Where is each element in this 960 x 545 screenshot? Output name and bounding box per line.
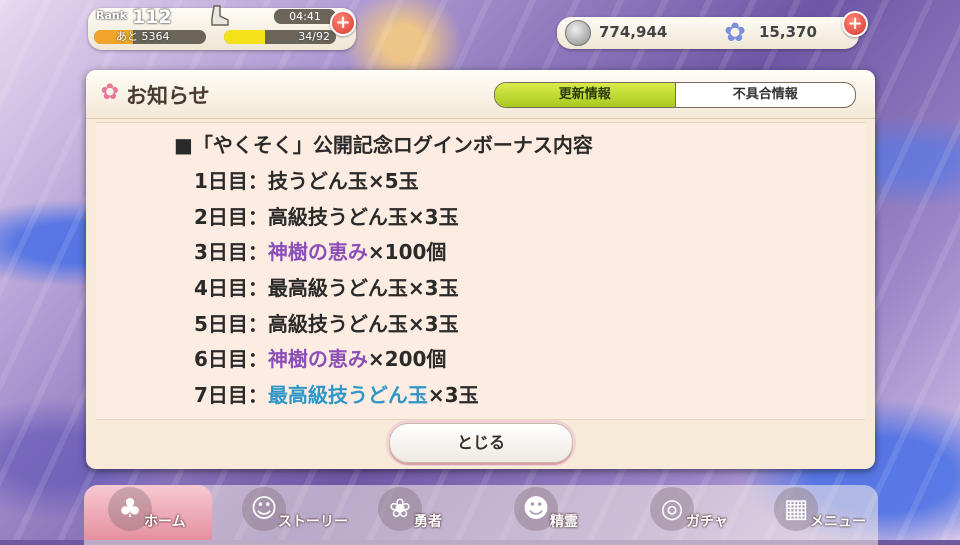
stamina-bar-fill: [224, 30, 266, 44]
reward-item-highlight: 最高級技うどん玉: [267, 383, 428, 407]
reward-text: 高級技うどん玉×3玉: [267, 205, 459, 229]
day-label: 4日目：: [194, 276, 268, 300]
bonus-line-3: 3日目：神樹の恵み×100個: [194, 236, 446, 265]
bonus-line-5: 5日目：高級技うどん玉×3玉: [194, 308, 459, 337]
reward-item-highlight: 神樹の恵み: [267, 347, 368, 371]
sakura-icon: ✿: [100, 80, 120, 105]
nav-story[interactable]: ☺ ストーリー: [218, 485, 348, 540]
flower-icon: ✿: [724, 18, 746, 48]
reward-text: ×200個: [367, 347, 447, 371]
nav-label: ガチャ: [686, 514, 728, 530]
nav-label: メニュー: [810, 514, 866, 530]
reward-text: 最高級うどん玉×3玉: [267, 276, 459, 300]
nav-menu[interactable]: ▦ メニュー: [750, 485, 878, 540]
exp-remaining: あと 5364: [116, 30, 170, 43]
reward-item-highlight: 神樹の恵み: [267, 240, 368, 264]
nav-label: ホーム: [144, 514, 186, 530]
exp-bar: あと 5364: [94, 30, 206, 44]
rank-label: Rank: [96, 9, 128, 22]
content-heading: ■「やくそく」公開記念ログインボーナス内容: [174, 133, 593, 157]
stamina-plus-button[interactable]: +: [330, 10, 356, 36]
nav-hero[interactable]: ❀ 勇者: [354, 485, 482, 540]
nav-spirit[interactable]: ☻ 精霊: [490, 485, 618, 540]
nav-label: ストーリー: [278, 514, 348, 530]
nav-home[interactable]: ♣ ホーム: [84, 485, 212, 540]
nav-label: 精霊: [550, 514, 578, 530]
close-button[interactable]: とじる: [389, 423, 573, 463]
day-label: 3日目：: [194, 240, 268, 264]
day-label: 2日目：: [194, 205, 268, 229]
day-label: 6日目：: [194, 347, 268, 371]
reward-text: 高級技うどん玉×3玉: [267, 312, 459, 336]
currency-plus-button[interactable]: +: [842, 11, 868, 37]
bottom-nav: ♣ ホーム ☺ ストーリー ❀ 勇者 ☻ 精霊 ◎ ガチャ ▦ メニュー: [84, 485, 878, 545]
tab-update-info[interactable]: 更新情報: [495, 83, 676, 107]
bonus-line-2: 2日目：高級技うどん玉×3玉: [194, 201, 459, 230]
stamina-text: 34/92: [298, 30, 330, 43]
bonus-line-1: 1日目：技うどん玉×5玉: [194, 165, 419, 194]
bonus-line-7: 7日目：最高級技うどん玉×3玉: [194, 379, 479, 408]
dialog-title: お知らせ: [126, 84, 210, 108]
coin-icon: [565, 20, 591, 46]
nav-gacha[interactable]: ◎ ガチャ: [626, 485, 754, 540]
flower-value: 15,370: [759, 23, 817, 41]
day-label: 5日目：: [194, 312, 268, 336]
nav-label: 勇者: [414, 514, 442, 530]
tab-bug-info[interactable]: 不具合情報: [676, 83, 856, 107]
dialog-header: ✿ お知らせ 更新情報 不具合情報: [86, 70, 875, 119]
notice-dialog: ✿ お知らせ 更新情報 不具合情報 ■「やくそく」公開記念ログインボーナス内容 …: [86, 70, 875, 469]
stamina-bar: 34/92: [224, 30, 336, 44]
currency-panel: 774,944 ✿ 15,370: [557, 17, 859, 49]
day-label: 1日目：: [194, 169, 268, 193]
coin-value: 774,944: [599, 23, 668, 41]
stamina-shoe-icon: [211, 5, 229, 26]
notice-content: ■「やくそく」公開記念ログインボーナス内容 1日目：技うどん玉×5玉 2日目：高…: [96, 122, 865, 420]
player-status-panel: Rank 112 あと 5364 04:41 34/92: [88, 5, 356, 50]
notice-tabs: 更新情報 不具合情報: [494, 82, 856, 108]
bonus-line-6: 6日目：神樹の恵み×200個: [194, 343, 446, 372]
stamina-timer: 04:41: [274, 9, 336, 24]
day-label: 7日目：: [194, 383, 268, 407]
rank-value: 112: [132, 6, 172, 28]
reward-text: ×100個: [367, 240, 447, 264]
bonus-line-4: 4日目：最高級うどん玉×3玉: [194, 272, 459, 301]
reward-text: ×3玉: [427, 383, 479, 407]
reward-text: 技うどん玉×5玉: [267, 169, 419, 193]
